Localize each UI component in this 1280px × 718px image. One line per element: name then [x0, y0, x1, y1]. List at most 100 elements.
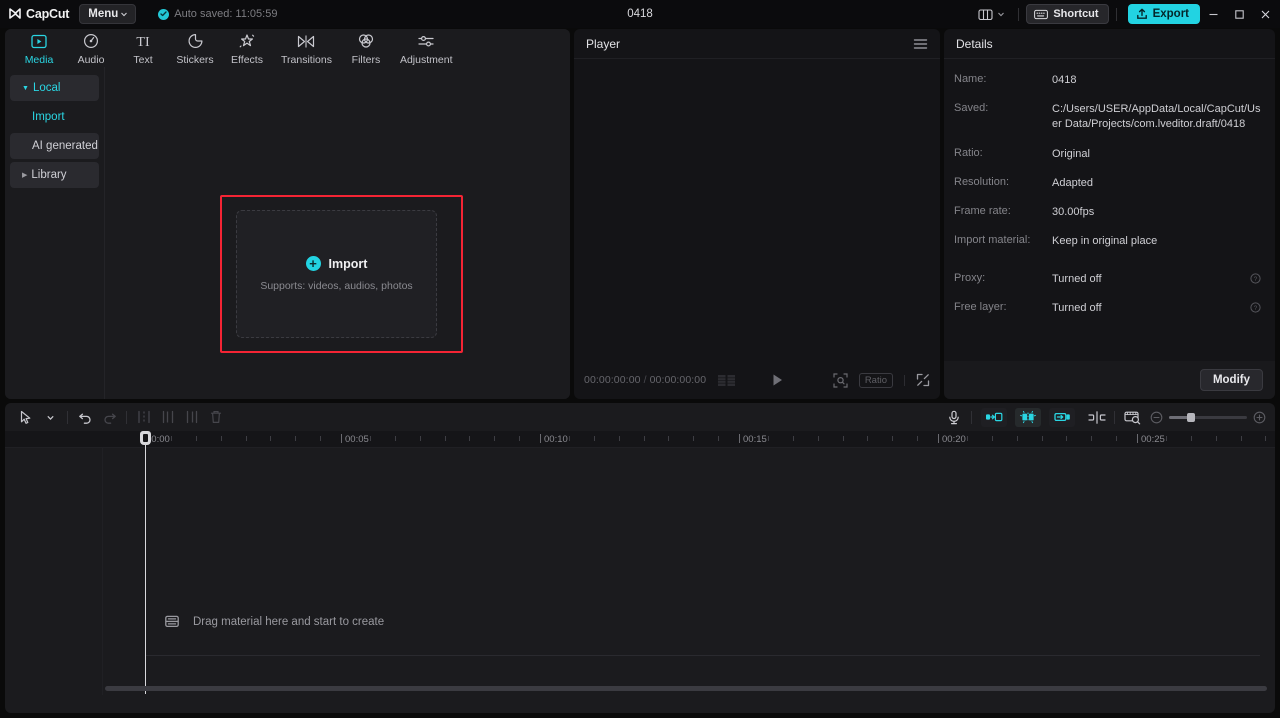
import-row: + Import: [305, 256, 367, 271]
player-panel: Player 00:00:00:00/00:00:00:00 Ratio: [574, 29, 940, 399]
divider: [1115, 7, 1117, 21]
timeline-tracks[interactable]: Drag material here and start to create: [5, 431, 1275, 695]
details-row-saved: Saved: C:/Users/USER/AppData/Local/CapCu…: [954, 102, 1263, 132]
details-panel: Details Name: 0418 Saved: C:/Users/USER/…: [944, 29, 1275, 399]
redo-icon[interactable]: [97, 406, 121, 428]
tab-effects[interactable]: Effects: [223, 29, 271, 66]
details-key: Saved:: [954, 102, 989, 115]
tab-media[interactable]: Media: [15, 29, 63, 66]
help-icon[interactable]: ?: [1250, 302, 1261, 313]
chevron-down-icon[interactable]: [38, 406, 62, 428]
microphone-icon[interactable]: [942, 406, 966, 428]
modify-button[interactable]: Modify: [1199, 369, 1263, 391]
stickers-icon: [187, 31, 204, 51]
details-key: Proxy:: [954, 272, 986, 285]
zoom-slider[interactable]: [1169, 412, 1247, 422]
zoom-in-icon[interactable]: [1253, 411, 1266, 424]
player-header: Player: [574, 29, 940, 59]
mirror-left-icon[interactable]: [981, 407, 1007, 427]
media-sidebar: ▼ Local Import AI generated ▶ Library: [5, 67, 105, 399]
details-footer: Modify: [944, 361, 1275, 399]
svg-text:TI: TI: [136, 35, 150, 48]
media-tabs: Media Audio TI Text Stickers Effects Tra…: [5, 29, 570, 67]
tab-adjustment[interactable]: Adjustment: [394, 29, 459, 66]
tab-audio[interactable]: Audio: [67, 29, 115, 66]
hamburger-icon[interactable]: [913, 38, 928, 50]
export-icon: [1136, 8, 1148, 20]
ruler-tick: [718, 436, 720, 441]
details-value: Original: [1052, 147, 1090, 160]
menu-button[interactable]: Menu: [79, 4, 137, 24]
tab-text[interactable]: TI Text: [119, 29, 167, 66]
tab-label: Filters: [351, 54, 381, 66]
ruler-label: 00:05: [341, 434, 369, 445]
play-button[interactable]: [771, 373, 784, 387]
capcut-logo-icon: [8, 7, 22, 21]
title-bar-actions: Shortcut Export: [972, 0, 1280, 28]
auto-cut-icon[interactable]: [1015, 407, 1041, 427]
trim-right-icon[interactable]: [180, 406, 204, 428]
crop-icon[interactable]: [833, 372, 848, 388]
timeline-ruler[interactable]: 00:00 00:05 00:10 00:15 00:20 00:25: [5, 431, 1275, 448]
timeline-zoom-icon[interactable]: [1120, 406, 1144, 428]
help-icon[interactable]: ?: [1250, 273, 1261, 284]
timeline-drop-hint[interactable]: Drag material here and start to create: [165, 615, 384, 628]
split-icon[interactable]: [132, 406, 156, 428]
details-key: Free layer:: [954, 301, 1007, 314]
timeline-horizontal-scrollbar[interactable]: [105, 686, 1267, 691]
audio-icon: [82, 31, 100, 51]
check-icon: [158, 8, 170, 20]
select-cursor-icon[interactable]: [14, 406, 38, 428]
layout-button[interactable]: [972, 5, 1011, 24]
zoom-slider-knob[interactable]: [1187, 412, 1195, 422]
chevron-down-icon: [997, 10, 1005, 18]
ruler-tick: [1016, 436, 1018, 441]
ruler-tick: [519, 436, 521, 441]
divider: [971, 410, 972, 424]
trim-left-icon[interactable]: [156, 406, 180, 428]
mirror-right-icon[interactable]: [1049, 407, 1075, 427]
player-right-controls: Ratio: [833, 372, 930, 388]
delete-icon[interactable]: [204, 406, 228, 428]
details-value: 30.00fps: [1052, 205, 1095, 218]
ruler-tick: [295, 436, 297, 441]
divider: [1018, 7, 1020, 21]
close-button[interactable]: [1252, 0, 1278, 28]
minimize-button[interactable]: [1200, 0, 1226, 28]
details-row-framerate: Frame rate: 30.00fps: [954, 205, 1263, 220]
tab-stickers[interactable]: Stickers: [171, 29, 219, 66]
details-key: Import material:: [954, 234, 1031, 247]
ruler-tick: [693, 436, 695, 441]
ratio-button[interactable]: Ratio: [858, 372, 893, 388]
zoom-out-icon[interactable]: [1150, 411, 1163, 424]
autosave-text: Auto saved: 11:05:59: [174, 8, 278, 20]
details-value: Adapted: [1052, 176, 1093, 189]
export-button[interactable]: Export: [1127, 4, 1200, 24]
track-header-pane: [5, 448, 103, 695]
maximize-button[interactable]: [1226, 0, 1252, 28]
tab-filters[interactable]: Filters: [342, 29, 390, 66]
track-divider: [145, 655, 1260, 656]
details-value: Turned off: [1052, 273, 1102, 286]
ruler-tick: [320, 436, 322, 441]
tab-transitions[interactable]: Transitions: [275, 29, 338, 66]
undo-icon[interactable]: [73, 406, 97, 428]
drop-hint-text: Drag material here and start to create: [193, 615, 385, 628]
sidebar-item-ai-generated[interactable]: AI generated: [10, 133, 99, 159]
shortcut-button[interactable]: Shortcut: [1026, 4, 1109, 24]
plus-icon: +: [305, 256, 321, 271]
sidebar-item-import[interactable]: Import: [10, 104, 99, 130]
player-canvas[interactable]: [574, 59, 940, 363]
sidebar-item-local[interactable]: ▼ Local: [10, 75, 99, 101]
details-value: Keep in original place: [1052, 235, 1158, 248]
fullscreen-icon[interactable]: [916, 373, 930, 387]
ruler-label: 00:25: [1137, 434, 1165, 445]
tab-label: Stickers: [176, 54, 214, 66]
transitions-icon: [296, 31, 316, 51]
import-dropzone[interactable]: + Import Supports: videos, audios, photo…: [236, 210, 437, 338]
keyframe-icon[interactable]: [1085, 406, 1109, 428]
ruler-tick: [494, 436, 496, 441]
media-content: + Import Supports: videos, audios, photo…: [105, 67, 570, 399]
sidebar-item-library[interactable]: ▶ Library: [10, 162, 99, 188]
frames-icon[interactable]: [717, 374, 737, 387]
